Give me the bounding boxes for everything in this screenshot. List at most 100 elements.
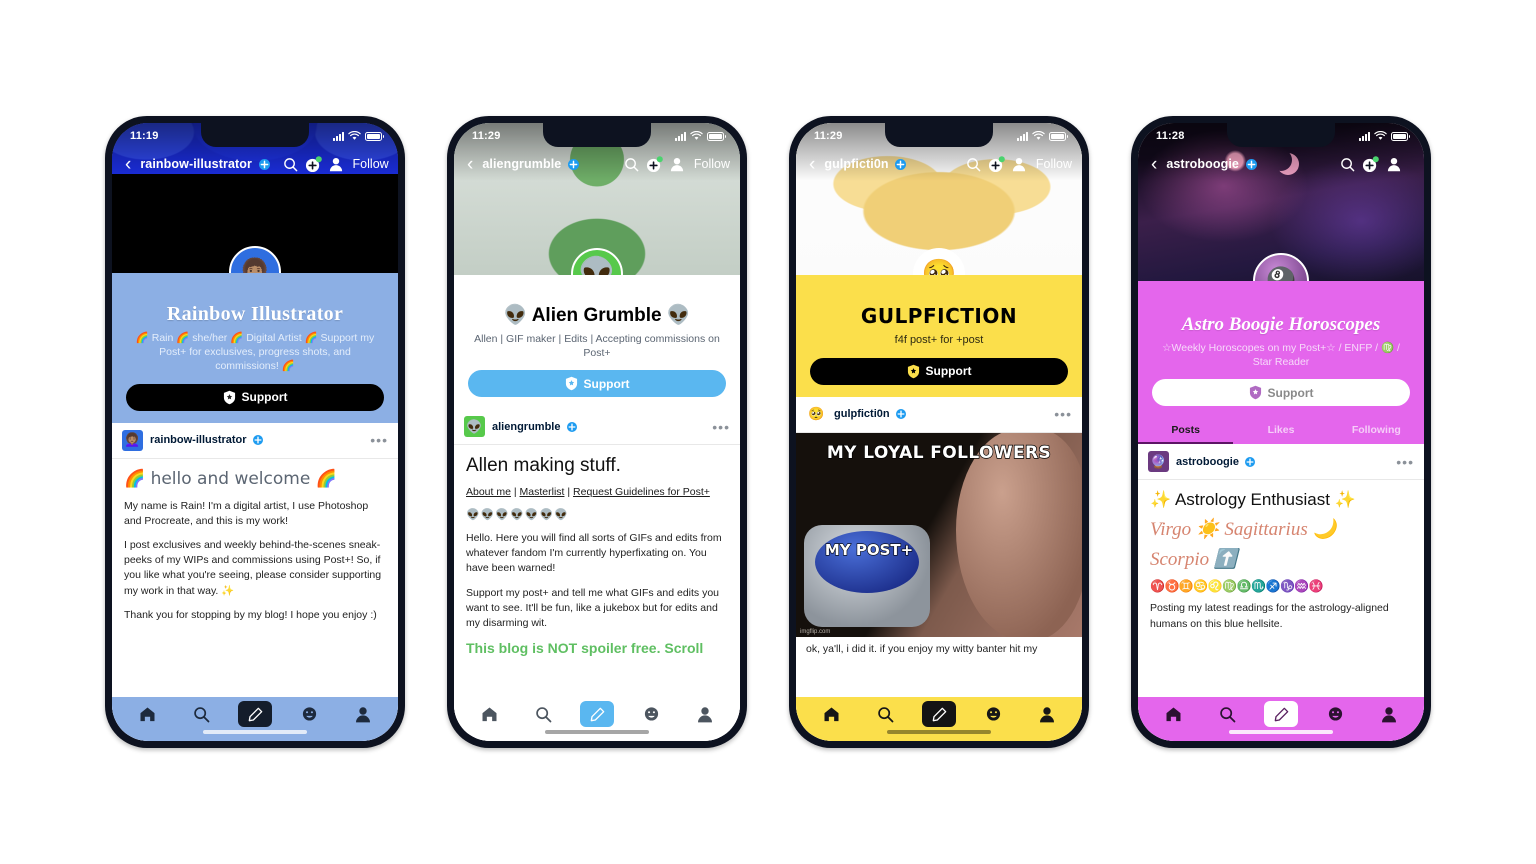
shield-icon — [223, 390, 235, 404]
profile-description: Allen | GIF maker | Edits | Accepting co… — [474, 332, 720, 360]
home-icon[interactable] — [1156, 701, 1190, 727]
search-icon[interactable] — [868, 701, 902, 727]
post-body: ✨ Astrology Enthusiast ✨ Virgo ☀️ Sagitt… — [1138, 480, 1424, 632]
bottom-nav — [796, 697, 1082, 741]
search-icon[interactable] — [1210, 701, 1244, 727]
support-button[interactable]: Support — [468, 370, 726, 398]
account-icon[interactable] — [1372, 701, 1406, 727]
post-menu-button[interactable]: ••• — [712, 419, 730, 435]
account-icon[interactable] — [328, 156, 345, 173]
profile-username: astroboogie — [1166, 157, 1257, 171]
status-time: 11:29 — [472, 130, 501, 142]
create-post-icon[interactable] — [1362, 155, 1379, 173]
verified-badge-icon — [895, 159, 907, 170]
shield-icon — [907, 364, 919, 379]
post-author[interactable]: astroboogie — [1176, 456, 1256, 468]
search-icon[interactable] — [965, 156, 982, 173]
support-button[interactable]: Support — [810, 357, 1068, 385]
post-avatar[interactable]: 🥺 — [806, 403, 827, 425]
create-post-icon[interactable] — [988, 155, 1005, 173]
link-request-guidelines[interactable]: Request Guidelines for Post+ — [573, 486, 710, 498]
zodiac-symbols-row: ♈♉♊♋♌♍♎♏♐♑♒♓ — [1150, 579, 1324, 594]
search-icon[interactable] — [526, 701, 560, 727]
post-paragraph: I post exclusives and weekly behind-the-… — [124, 538, 382, 597]
account-icon[interactable] — [1385, 156, 1402, 173]
support-button[interactable]: Support — [126, 383, 384, 411]
wifi-icon — [348, 131, 361, 140]
post-caption: ok, ya'll, i did it. if you enjoy my wit… — [806, 642, 1038, 655]
signal-bars-icon — [1359, 131, 1370, 141]
link-about-me[interactable]: About me — [466, 486, 511, 498]
profile-block: GULPFICTION f4f post+ for +post Support — [796, 275, 1082, 397]
follow-button[interactable]: Follow — [692, 157, 730, 171]
profile-block: Rainbow Illustrator 🌈 Rain 🌈 she/her 🌈 D… — [112, 273, 398, 423]
post-body: Allen making stuff. About me | Masterlis… — [454, 445, 740, 658]
meme-top-caption: MY LOYAL FOLLOWERS — [826, 442, 1052, 463]
shield-icon — [565, 376, 577, 391]
search-icon[interactable] — [1339, 156, 1356, 173]
compose-icon[interactable] — [238, 701, 272, 727]
post-avatar[interactable]: 👩🏽‍🦱 — [122, 429, 143, 451]
battery-icon — [1049, 131, 1068, 141]
verified-badge-icon — [252, 435, 263, 446]
compose-icon[interactable] — [1264, 701, 1298, 727]
support-label: Support — [1267, 385, 1314, 400]
home-icon[interactable] — [814, 701, 848, 727]
compose-icon[interactable] — [922, 701, 956, 727]
post-heading: ✨ Astrology Enthusiast ✨ — [1150, 490, 1356, 510]
post-author[interactable]: rainbow-illustrator — [150, 434, 263, 446]
back-button[interactable]: ‹ — [806, 155, 818, 174]
post-menu-button[interactable]: ••• — [1396, 454, 1414, 470]
search-icon[interactable] — [184, 701, 218, 727]
post-menu-button[interactable]: ••• — [370, 432, 388, 448]
home-indicator — [887, 730, 991, 734]
back-button[interactable]: ‹ — [1148, 155, 1160, 174]
link-masterlist[interactable]: Masterlist — [520, 486, 565, 498]
compose-icon[interactable] — [580, 701, 614, 727]
post-header: 🔮 astroboogie ••• — [1138, 444, 1424, 481]
follow-button[interactable]: Follow — [1034, 157, 1072, 171]
phone-mockup-row: 11:19 ‹ rainbow-illustrator — [0, 0, 1536, 864]
account-icon[interactable] — [1011, 156, 1028, 173]
support-label: Support — [241, 390, 288, 405]
search-icon[interactable] — [623, 156, 640, 173]
account-icon[interactable] — [688, 701, 722, 727]
phone-astroboogie: 11:28 ‹ astroboogie 🎱 Astro Boogie Horos… — [1131, 116, 1431, 748]
create-post-icon[interactable] — [646, 155, 663, 173]
wifi-icon — [1374, 131, 1387, 140]
post-avatar[interactable]: 👽 — [464, 416, 485, 438]
messages-icon[interactable] — [634, 701, 668, 727]
home-icon[interactable] — [472, 701, 506, 727]
post-author[interactable]: aliengrumble — [492, 421, 577, 433]
account-icon[interactable] — [346, 701, 380, 727]
wifi-icon — [1032, 131, 1045, 140]
back-button[interactable]: ‹ — [464, 155, 476, 174]
notch — [885, 123, 993, 147]
follow-button[interactable]: Follow — [351, 157, 389, 171]
tab-posts[interactable]: Posts — [1138, 418, 1234, 445]
post-body: 🌈 hello and welcome 🌈 My name is Rain! I… — [112, 459, 398, 624]
messages-icon[interactable] — [292, 701, 326, 727]
account-icon[interactable] — [1030, 701, 1064, 727]
support-button[interactable]: Support — [1152, 379, 1410, 407]
post-avatar[interactable]: 🔮 — [1148, 451, 1169, 473]
messages-icon[interactable] — [976, 701, 1010, 727]
profile-description: ☆Weekly Horoscopes on my Post+☆ / ENFP /… — [1162, 341, 1400, 369]
post-heading: 🌈 hello and welcome 🌈 — [124, 468, 337, 489]
account-icon[interactable] — [669, 156, 686, 173]
post-author[interactable]: gulpficti0n — [834, 408, 906, 420]
tab-following[interactable]: Following — [1329, 418, 1424, 444]
back-button[interactable]: ‹ — [122, 155, 134, 174]
home-icon[interactable] — [130, 701, 164, 727]
search-icon[interactable] — [282, 156, 299, 173]
post-menu-button[interactable]: ••• — [1054, 406, 1072, 422]
support-label: Support — [583, 376, 630, 391]
profile-title: Rainbow Illustrator — [166, 303, 344, 325]
messages-icon[interactable] — [1318, 701, 1352, 727]
top-nav: ‹ astroboogie — [1138, 149, 1424, 179]
post-paragraph: Support my post+ and tell me what GIFs a… — [466, 586, 720, 629]
post-header: 👩🏽‍🦱 rainbow-illustrator ••• — [112, 423, 398, 459]
battery-icon — [1391, 131, 1410, 141]
tab-likes[interactable]: Likes — [1233, 418, 1328, 444]
create-post-icon[interactable] — [305, 155, 322, 173]
